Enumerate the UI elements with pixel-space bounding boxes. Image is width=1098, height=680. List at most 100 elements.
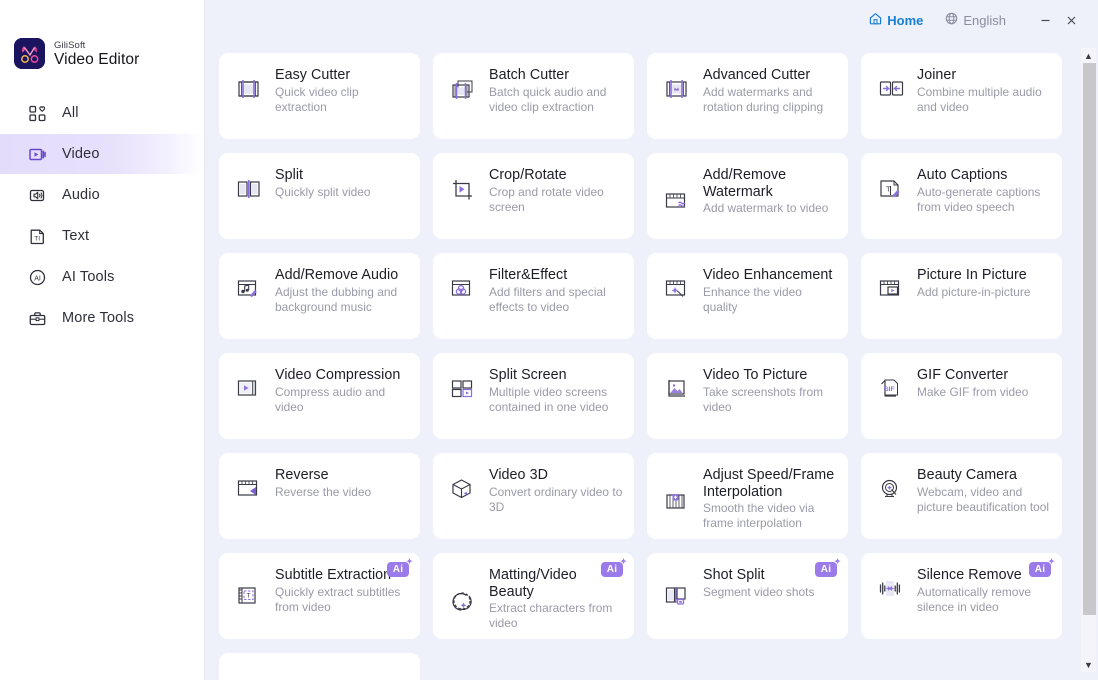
card-title: Add/Remove Watermark xyxy=(703,167,837,200)
silence-wave-icon xyxy=(877,566,907,639)
tool-card-subtitle-extraction[interactable]: Ai T Subtitle ExtractionQuickly extract … xyxy=(219,553,420,639)
card-title: Beauty Camera xyxy=(917,467,1051,484)
card-desc: Automatically remove silence in video xyxy=(917,585,1051,616)
card-title: Easy Cutter xyxy=(275,67,409,84)
split-screen-icon xyxy=(449,366,479,439)
tool-card-add-remove-watermark[interactable]: Add/Remove WatermarkAdd watermark to vid… xyxy=(647,153,848,239)
film-cut-icon xyxy=(235,66,265,139)
close-icon xyxy=(1065,14,1078,27)
tool-card-joiner[interactable]: JoinerCombine multiple audio and video xyxy=(861,53,1062,139)
sidebar-item-label: AI Tools xyxy=(62,269,115,285)
sidebar-item-more-tools[interactable]: More Tools xyxy=(0,298,204,338)
card-title: Picture In Picture xyxy=(917,267,1051,284)
tool-card-split[interactable]: SplitQuickly split video xyxy=(219,153,420,239)
tool-card-filter-effect[interactable]: Filter&EffectAdd filters and special eff… xyxy=(433,253,634,339)
brand-product: Video Editor xyxy=(54,52,139,68)
tool-card-reverse[interactable]: ReverseReverse the video xyxy=(219,453,420,539)
language-selector[interactable]: English xyxy=(945,12,1006,28)
card-desc: Quick video clip extraction xyxy=(275,85,409,116)
tool-card-crop-rotate[interactable]: Crop/RotateCrop and rotate video screen xyxy=(433,153,634,239)
ai-circle-icon: AI xyxy=(28,268,47,287)
sidebar-item-audio[interactable]: Audio xyxy=(0,175,204,215)
ai-badge: Ai xyxy=(387,562,409,577)
compress-play-icon xyxy=(235,366,265,439)
card-title: Video 3D xyxy=(489,467,623,484)
card-desc: Take screenshots from video xyxy=(703,385,837,416)
card-desc: Smooth the video via frame interpolation xyxy=(703,501,837,532)
card-desc: Compress audio and video xyxy=(275,385,409,416)
brand-company: GiliSoft xyxy=(54,41,139,51)
card-desc: Reverse the video xyxy=(275,485,409,500)
ai-badge: Ai xyxy=(1029,562,1051,577)
card-desc: Quickly split video xyxy=(275,185,409,200)
card-title: Advanced Cutter xyxy=(703,67,837,84)
card-title: Split xyxy=(275,167,409,184)
tool-card-video-to-picture[interactable]: Video To PictureTake screenshots from vi… xyxy=(647,353,848,439)
tool-grid-scroll-area[interactable]: Easy CutterQuick video clip extraction B… xyxy=(205,40,1098,680)
tool-grid: Easy CutterQuick video clip extraction B… xyxy=(205,40,1076,680)
sidebar-item-video[interactable]: Video xyxy=(0,134,204,174)
caption-pen-icon: T xyxy=(877,166,907,239)
tool-card-easy-cutter[interactable]: Easy CutterQuick video clip extraction xyxy=(219,53,420,139)
matting-person-icon xyxy=(449,566,479,639)
card-title: Auto Captions xyxy=(917,167,1051,184)
audio-note-pen-icon xyxy=(235,266,265,339)
tool-card-adjust-speed-frame-interpolation[interactable]: Adjust Speed/Frame InterpolationSmooth t… xyxy=(647,453,848,539)
video-player-icon xyxy=(28,145,47,164)
sidebar-item-text[interactable]: TI Text xyxy=(0,216,204,256)
ai-badge: Ai xyxy=(601,562,623,577)
card-desc: Add watermark to video xyxy=(703,201,837,216)
tool-card-auto-captions[interactable]: T Auto CaptionsAuto-generate captions fr… xyxy=(861,153,1062,239)
sidebar-item-all[interactable]: All xyxy=(0,93,204,133)
chevron-up-icon[interactable]: ▲ xyxy=(1081,48,1096,63)
tool-card-matting-video-beauty[interactable]: Ai Matting/Video BeautyExtract character… xyxy=(433,553,634,639)
tool-card-gif-converter[interactable]: GIF GIF ConverterMake GIF from video xyxy=(861,353,1062,439)
card-desc: Add picture-in-picture xyxy=(917,285,1051,300)
pip-icon xyxy=(877,266,907,339)
home-button[interactable]: Home xyxy=(869,12,923,28)
tool-card-video-3d[interactable]: Video 3DConvert ordinary video to 3D xyxy=(433,453,634,539)
tool-card-split-screen[interactable]: Split ScreenMultiple video screens conta… xyxy=(433,353,634,439)
ai-badge: Ai xyxy=(815,562,837,577)
svg-text:T: T xyxy=(247,593,251,600)
cube-3d-icon xyxy=(449,466,479,539)
tool-card-shot-split[interactable]: Ai Shot SplitSegment video shots xyxy=(647,553,848,639)
card-title: Reverse xyxy=(275,467,409,484)
sidebar-item-ai-tools[interactable]: AI AI Tools xyxy=(0,257,204,297)
card-desc: Segment video shots xyxy=(703,585,837,600)
app-window: GiliSoft Video Editor All Video xyxy=(0,0,1098,680)
tool-card-picture-in-picture[interactable]: Picture In PictureAdd picture-in-picture xyxy=(861,253,1062,339)
home-icon xyxy=(869,12,882,28)
chevron-down-icon[interactable]: ▼ xyxy=(1081,657,1096,672)
grid-heart-icon xyxy=(28,104,47,123)
card-desc: Convert ordinary video to 3D xyxy=(489,485,623,516)
enhance-wand-icon xyxy=(663,266,693,339)
tool-card-advanced-cutter[interactable]: Advanced CutterAdd watermarks and rotati… xyxy=(647,53,848,139)
card-desc: Extract characters from video xyxy=(489,601,623,632)
svg-text:TI: TI xyxy=(34,235,40,242)
card-title: Adjust Speed/Frame Interpolation xyxy=(703,467,837,500)
card-desc: Batch quick audio and video clip extract… xyxy=(489,85,623,116)
tool-card-video-compression[interactable]: Video CompressionCompress audio and vide… xyxy=(219,353,420,439)
beauty-camera-icon xyxy=(877,466,907,539)
tool-card-add-remove-audio[interactable]: Add/Remove AudioAdjust the dubbing and b… xyxy=(219,253,420,339)
tool-card-beauty-camera[interactable]: Beauty CameraWebcam, video and picture b… xyxy=(861,453,1062,539)
card-desc: Crop and rotate video screen xyxy=(489,185,623,216)
picture-mountain-icon xyxy=(663,366,693,439)
vertical-scrollbar[interactable]: ▲ ▼ xyxy=(1081,48,1096,672)
tool-card-next-row-partial[interactable] xyxy=(219,653,420,680)
sidebar-item-label: Audio xyxy=(62,187,100,203)
tool-card-silence-remove[interactable]: Ai Silence RemoveAutomatically remove si… xyxy=(861,553,1062,639)
scrollbar-thumb[interactable] xyxy=(1083,63,1096,615)
card-title: Video Compression xyxy=(275,367,409,384)
scrollbar-track[interactable] xyxy=(1082,63,1095,657)
minimize-button[interactable] xyxy=(1032,8,1058,32)
card-title: Crop/Rotate xyxy=(489,167,623,184)
tool-card-video-enhancement[interactable]: Video EnhancementEnhance the video quali… xyxy=(647,253,848,339)
close-button[interactable] xyxy=(1058,8,1084,32)
brand-logo-block: GiliSoft Video Editor xyxy=(0,0,204,69)
card-desc: Combine multiple audio and video xyxy=(917,85,1051,116)
tool-card-batch-cutter[interactable]: Batch CutterBatch quick audio and video … xyxy=(433,53,634,139)
card-title: Joiner xyxy=(917,67,1051,84)
app-logo-icon xyxy=(14,38,45,69)
